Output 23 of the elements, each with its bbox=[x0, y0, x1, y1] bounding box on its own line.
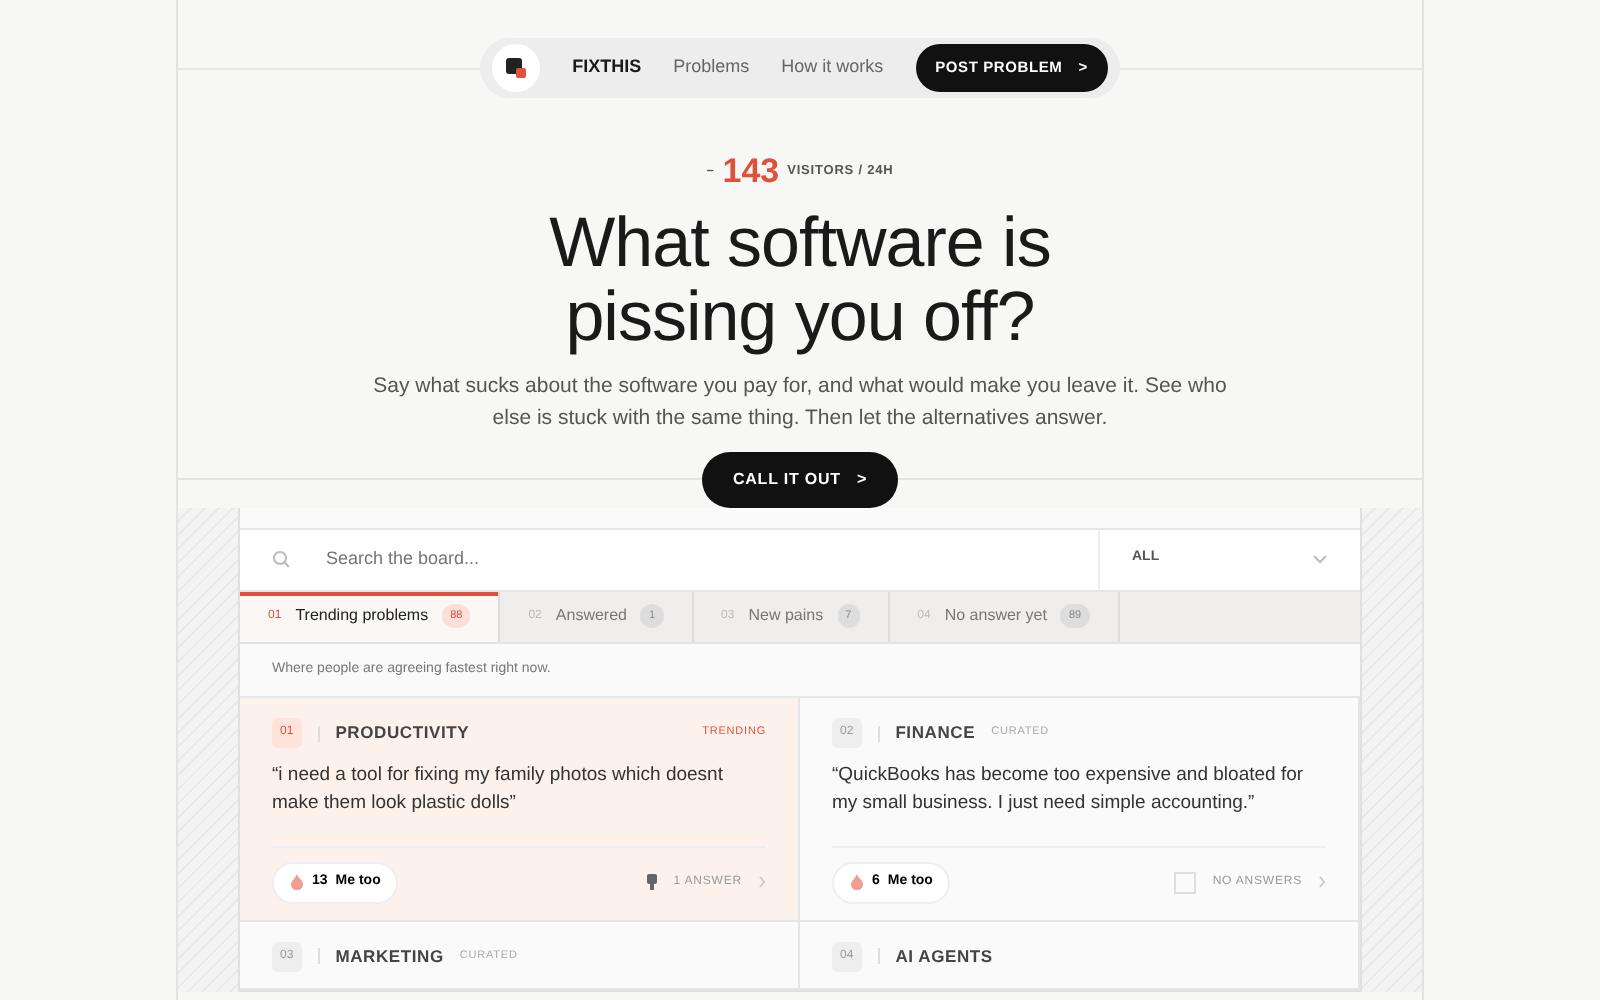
chevron-right-icon bbox=[758, 876, 766, 889]
search-input[interactable]: Search the board... bbox=[322, 543, 1098, 575]
subtitle: Say what sucks about the software you pay for, and what would make you leave it. See who else is stuck with the same thing. Then let the alternatives answer. bbox=[371, 372, 1229, 434]
logo-icon[interactable] bbox=[492, 44, 541, 92]
flame-icon bbox=[850, 874, 864, 891]
category-label: FINANCE bbox=[895, 720, 976, 746]
category-label: PRODUCTIVITY bbox=[335, 720, 470, 746]
nav-link[interactable]: Problems bbox=[673, 54, 750, 82]
category-label: AI AGENTS bbox=[895, 943, 993, 969]
call-it-out-button[interactable]: CALL IT OUT > bbox=[702, 451, 898, 508]
category-label: MARKETING bbox=[335, 943, 444, 969]
problem-quote: “i need a tool for fixing my family photos which doesnt make them look plastic dolls” bbox=[272, 762, 725, 818]
empty-box-icon bbox=[1174, 871, 1197, 894]
search-field[interactable]: Search the board... bbox=[240, 527, 1098, 592]
nav-link[interactable]: How it works bbox=[781, 54, 884, 82]
search-icon bbox=[272, 550, 290, 569]
chevron-down-icon bbox=[1312, 554, 1328, 565]
visitor-count: 143 bbox=[722, 150, 780, 194]
chevron-right-icon bbox=[1318, 876, 1326, 889]
flame-icon bbox=[290, 874, 304, 891]
problem-quote: “QuickBooks has become too expensive and bloated for my small business. I just need simple accounting.” bbox=[832, 762, 1306, 818]
brand-name: FIXTHIS bbox=[572, 54, 642, 81]
headline: What software is pissing you off? bbox=[547, 205, 1053, 357]
